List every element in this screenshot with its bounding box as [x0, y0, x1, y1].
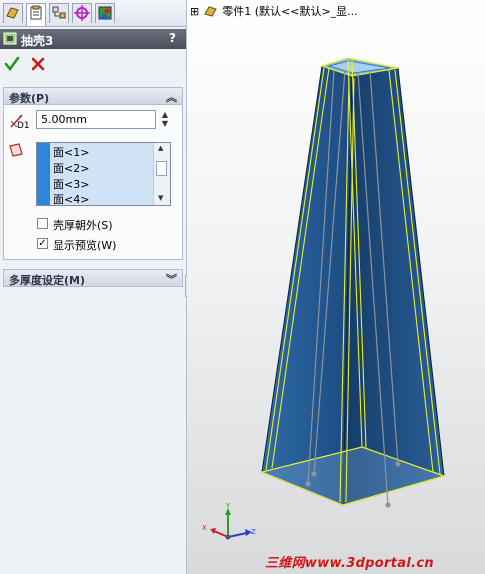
list-item[interactable]: 面<4> [53, 191, 89, 207]
list-item[interactable]: 面<3> [53, 176, 89, 192]
thickness-spinner[interactable]: ▲ ▼ [159, 110, 171, 129]
shell-feature-icon [3, 32, 17, 45]
scroll-down-icon[interactable]: ▼ [158, 194, 163, 202]
help-button[interactable]: ? [169, 31, 176, 45]
watermark: 三维网www.3dportal.cn [265, 556, 434, 571]
propertymanager-icon [30, 5, 42, 20]
faces-to-remove-icon [9, 143, 23, 157]
ok-checkmark-icon[interactable] [4, 56, 20, 72]
scroll-up-icon[interactable]: ▲ [158, 144, 163, 152]
dimxpert-icon [74, 5, 90, 21]
thickness-input[interactable]: 5.00mm [36, 110, 156, 129]
faces-list-scrollbar[interactable]: ▲ ▼ [153, 143, 170, 205]
configurationmanager-icon [52, 6, 66, 19]
property-manager-panel: 抽壳3 ? 参数(P) ︽ D1 5.00mm ▲ ▼ 面<1> 面<2> 面<3… [0, 0, 187, 574]
featuremanager-icon [6, 7, 19, 19]
list-item[interactable]: 面<1> [53, 144, 89, 160]
display-manager-icon [98, 6, 112, 20]
collapse-chevron-icon[interactable]: ︽ [166, 89, 177, 105]
shell-model-view[interactable] [187, 0, 485, 574]
triad-z-label: Z [251, 528, 256, 536]
propertymanager-tab[interactable] [26, 3, 46, 26]
parameters-title: 参数(P) [9, 92, 50, 105]
feature-title-bar: 抽壳3 ? [0, 29, 186, 49]
shell-outward-label: 壳厚朝外(S) [53, 219, 113, 232]
multi-thickness-group-header[interactable]: 多厚度设定(M) ︾ [3, 269, 183, 287]
triad-x-label: X [202, 524, 207, 532]
model-right-face[interactable] [342, 67, 445, 506]
expand-chevron-icon[interactable]: ︾ [166, 271, 177, 287]
configurationmanager-tab[interactable] [49, 3, 69, 23]
cancel-x-icon[interactable] [30, 56, 46, 72]
show-preview-label: 显示预览(W) [53, 239, 117, 252]
triad-y-label: Y [226, 502, 231, 510]
faces-selection-strip [37, 143, 50, 205]
scroll-thumb[interactable] [156, 161, 167, 176]
model-left-face[interactable] [261, 65, 353, 506]
featuremanager-tab[interactable] [3, 3, 23, 23]
dimxpert-tab[interactable] [72, 3, 92, 23]
list-item[interactable]: 面<2> [53, 160, 89, 176]
shell-outward-checkbox[interactable] [37, 218, 48, 229]
reference-triad [210, 508, 252, 540]
feature-title: 抽壳3 [21, 34, 54, 48]
faces-to-remove-list[interactable]: 面<1> 面<2> 面<3> 面<4> ▲ ▼ [36, 142, 171, 206]
show-preview-checkbox[interactable]: ✓ [37, 238, 48, 249]
thickness-label: D1 [17, 121, 30, 131]
display-manager-tab[interactable] [95, 3, 115, 23]
manager-tabs [0, 0, 186, 27]
multi-thickness-title: 多厚度设定(M) [9, 274, 86, 287]
parameters-group-header[interactable]: 参数(P) ︽ [3, 87, 183, 105]
